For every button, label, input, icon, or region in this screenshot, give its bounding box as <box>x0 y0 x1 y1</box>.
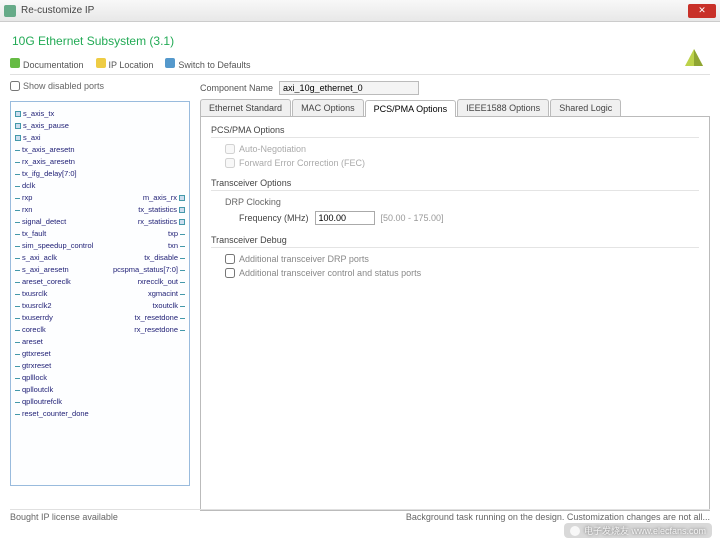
toolbar: Documentation IP Location Switch to Defa… <box>10 58 710 75</box>
app-icon <box>4 5 16 17</box>
switch-defaults-link[interactable]: Switch to Defaults <box>165 58 250 70</box>
additional-ctrl-status-ports-checkbox[interactable]: Additional transceiver control and statu… <box>225 268 699 278</box>
status-bar: Bought IP license available Background t… <box>10 509 710 522</box>
close-button[interactable]: ✕ <box>688 4 716 18</box>
ip-title: 10G Ethernet Subsystem (3.1) <box>12 34 710 48</box>
port-row: txusrclk2txoutclk <box>15 300 185 312</box>
vendor-logo-icon <box>682 46 706 70</box>
port-row: qplllock <box>15 372 185 384</box>
drp-clocking-label: DRP Clocking <box>225 197 699 207</box>
tab-ethernet-standard[interactable]: Ethernet Standard <box>200 99 291 116</box>
port-row: rx_axis_aresetn <box>15 156 185 168</box>
background-task-status: Background task running on the design. C… <box>406 512 710 522</box>
component-name-input[interactable] <box>279 81 419 95</box>
port-row: gtrxreset <box>15 360 185 372</box>
port-row: coreclkrx_resetdone <box>15 324 185 336</box>
window-titlebar: Re-customize IP ✕ <box>0 0 720 22</box>
frequency-input[interactable] <box>315 211 375 225</box>
tab-shared-logic[interactable]: Shared Logic <box>550 99 621 116</box>
port-row: areset_coreclkrxrecclk_out <box>15 276 185 288</box>
port-row: reset_counter_done <box>15 408 185 420</box>
port-row: tx_ifg_delay[7:0] <box>15 168 185 180</box>
port-row: rxpm_axis_rx <box>15 192 185 204</box>
port-row: s_axi <box>15 132 185 144</box>
port-row: s_axis_tx <box>15 108 185 120</box>
port-row: qplloutclk <box>15 384 185 396</box>
tab-mac-options[interactable]: MAC Options <box>292 99 364 116</box>
tab-content: PCS/PMA Options Auto-Negotiation Forward… <box>200 117 710 511</box>
frequency-range-hint: [50.00 - 175.00] <box>381 213 444 223</box>
port-row: tx_axis_aresetn <box>15 144 185 156</box>
license-status: Bought IP license available <box>10 512 118 522</box>
port-row: s_axi_aresetnpcspma_status[7:0] <box>15 264 185 276</box>
window-title: Re-customize IP <box>21 5 94 16</box>
block-diagram: s_axis_txs_axis_pauses_axitx_axis_areset… <box>10 101 190 486</box>
additional-drp-ports-checkbox[interactable]: Additional transceiver DRP ports <box>225 254 699 264</box>
port-row: sim_speedup_controltxn <box>15 240 185 252</box>
port-row: s_axis_pause <box>15 120 185 132</box>
tab-bar: Ethernet Standard MAC Options PCS/PMA Op… <box>200 99 710 117</box>
port-row: qplloutrefclk <box>15 396 185 408</box>
ip-location-link[interactable]: IP Location <box>96 58 154 70</box>
port-row: txusrclkxgmacint <box>15 288 185 300</box>
component-name-label: Component Name <box>200 83 273 93</box>
fec-checkbox[interactable]: Forward Error Correction (FEC) <box>225 158 699 168</box>
port-row: gttxreset <box>15 348 185 360</box>
pcs-pma-section-title: PCS/PMA Options <box>211 125 699 138</box>
port-row: tx_faulttxp <box>15 228 185 240</box>
port-row: s_axi_aclktx_disable <box>15 252 185 264</box>
auto-negotiation-checkbox[interactable]: Auto-Negotiation <box>225 144 699 154</box>
transceiver-options-title: Transceiver Options <box>211 178 699 191</box>
tab-ieee1588-options[interactable]: IEEE1588 Options <box>457 99 549 116</box>
documentation-link[interactable]: Documentation <box>10 58 84 70</box>
frequency-label: Frequency (MHz) <box>239 213 309 223</box>
port-row: txuserrdytx_resetdone <box>15 312 185 324</box>
port-row: rxntx_statistics <box>15 204 185 216</box>
port-row: signal_detectrx_statistics <box>15 216 185 228</box>
port-row: dclk <box>15 180 185 192</box>
tab-pcs-pma-options[interactable]: PCS/PMA Options <box>365 100 457 117</box>
transceiver-debug-title: Transceiver Debug <box>211 235 699 248</box>
show-disabled-ports-checkbox[interactable]: Show disabled ports <box>10 81 190 91</box>
port-row: areset <box>15 336 185 348</box>
